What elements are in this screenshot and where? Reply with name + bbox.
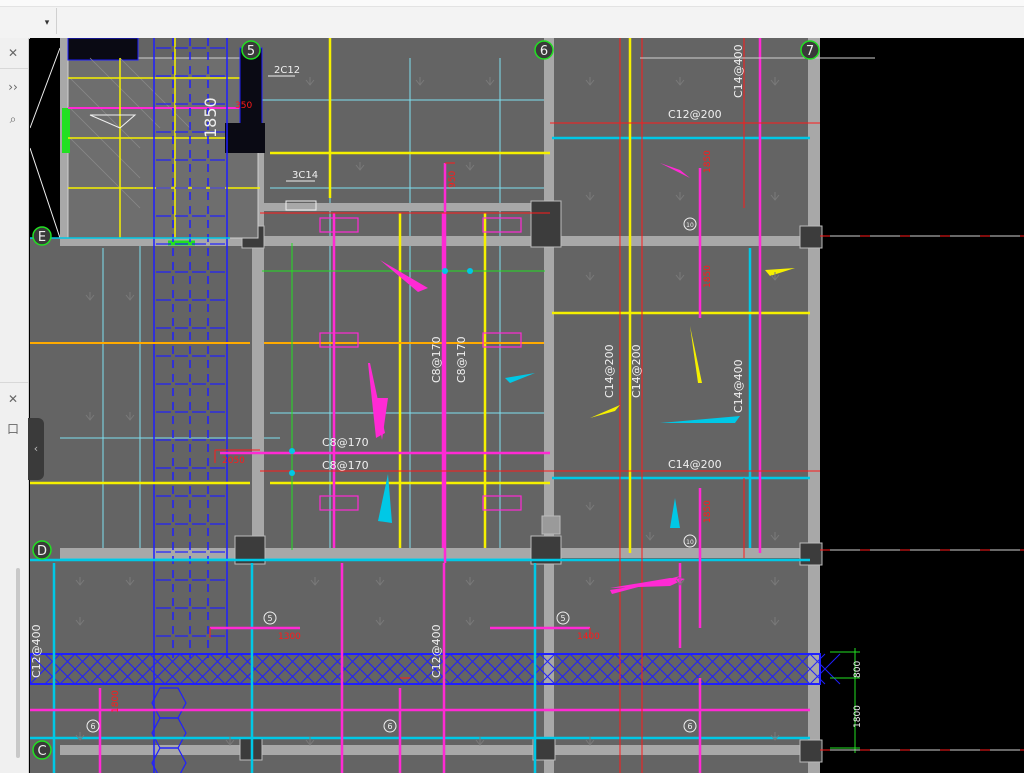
dim-text: 2050 xyxy=(222,456,245,466)
expand-icon[interactable]: ›› xyxy=(0,76,26,98)
circle-tag: 10 xyxy=(686,222,694,229)
dim-text: 1850 xyxy=(703,265,713,288)
rebar-spec: C14@400 xyxy=(732,359,745,413)
grid-label-c: C xyxy=(37,744,46,759)
panel-divider xyxy=(0,68,28,69)
search-icon[interactable]: ⌕ xyxy=(0,108,26,130)
circle-tag: 6 xyxy=(687,722,692,731)
grid-label-7: 7 xyxy=(806,44,814,59)
grid-label-6: 6 xyxy=(540,44,548,59)
dim-text: 1850 xyxy=(703,500,713,523)
dim-text: 1800 xyxy=(111,690,121,713)
title-strip xyxy=(0,0,1024,7)
collapse-panel-icon[interactable]: ‹ xyxy=(28,418,44,480)
rebar-spec: C8@170 xyxy=(455,336,468,383)
dropdown-icon[interactable]: ▾ xyxy=(40,16,54,30)
dim-text: 1850 xyxy=(703,150,713,173)
circle-tag: 5 xyxy=(267,614,272,623)
rebar-tag: 2C12 xyxy=(274,65,300,76)
rebar-spec: C14@400 xyxy=(732,44,745,98)
cad-drawing-canvas[interactable]: 6 7 5 E D C 5 5 6 6 6 10 10 1850 2C12 3C… xyxy=(30,38,1024,773)
rebar-spec: C8@170 xyxy=(322,436,369,449)
circle-tag: 5 xyxy=(560,614,565,623)
grid-label-d: D xyxy=(37,544,47,559)
circle-tag: 6 xyxy=(387,722,392,731)
top-toolbar: ▾ xyxy=(0,0,1024,39)
close-panel-icon[interactable]: ✕ xyxy=(0,42,26,64)
dim-text: 1300 xyxy=(278,632,301,642)
panel-tab[interactable]: 口 xyxy=(0,418,26,440)
panel-divider xyxy=(0,382,28,383)
rebar-spec: C8@170 xyxy=(430,336,443,383)
rebar-spec: C14@200 xyxy=(668,458,722,471)
left-panel: ✕ ›› ⌕ ✕ 口 xyxy=(0,38,29,773)
dim-text: 800 xyxy=(853,661,863,678)
rebar-spec: C8@170 xyxy=(322,459,369,472)
rebar-spec: C14@200 xyxy=(630,344,643,398)
dim-text: 1850 xyxy=(201,97,220,138)
rebar-tag: 3C14 xyxy=(292,170,318,181)
toolbar-separator xyxy=(56,8,57,34)
rebar-spec: C14@200 xyxy=(603,344,616,398)
close-panel-icon[interactable]: ✕ xyxy=(0,388,26,410)
circle-tag: 6 xyxy=(90,722,95,731)
circle-tag: 10 xyxy=(686,539,694,546)
void-area xyxy=(30,38,60,238)
grid-label-e: E xyxy=(38,230,46,245)
dim-text: 350 xyxy=(235,101,252,111)
grid-label-5: 5 xyxy=(247,44,255,59)
dim-text: 950 xyxy=(448,171,458,188)
black-margin xyxy=(820,38,1024,773)
vertical-scrollbar[interactable] xyxy=(16,568,20,758)
rebar-spec: C12@200 xyxy=(668,108,722,121)
rebar-spec: C12@400 xyxy=(30,624,43,678)
dim-text: 1400 xyxy=(577,632,600,642)
rebar-spec: C12@400 xyxy=(430,624,443,678)
dim-text: 1800 xyxy=(853,705,863,728)
stair-detail xyxy=(62,38,265,246)
